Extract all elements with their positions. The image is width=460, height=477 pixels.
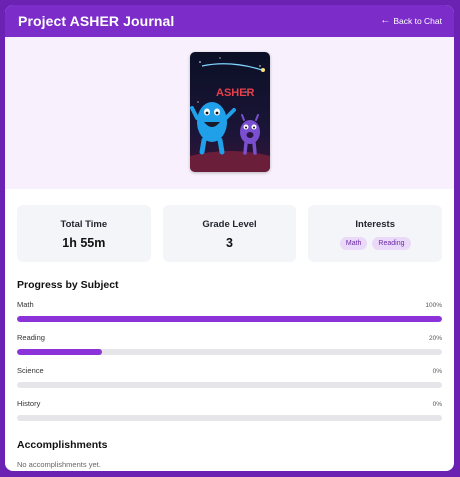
interest-tags: Math Reading: [339, 237, 411, 250]
grade-level-label: Grade Level: [202, 219, 257, 230]
accomplishments-section: Accomplishments No accomplishments yet.: [5, 439, 454, 469]
accomplishments-empty-text: No accomplishments yet.: [17, 460, 101, 469]
progress-section: Progress by Subject Math 100% Reading 20…: [5, 279, 454, 421]
subject-percent: 0%: [432, 401, 442, 408]
progress-bar: [17, 415, 442, 421]
subject-name: Reading: [17, 333, 45, 342]
total-time-card: Total Time 1h 55m: [17, 205, 151, 262]
interest-tag: Math: [339, 237, 368, 250]
subject-reading: Reading 20%: [17, 333, 442, 355]
avatar-image: ASHER: [189, 52, 270, 172]
progress-bar: [17, 316, 442, 322]
subject-math: Math 100%: [17, 300, 442, 322]
subject-name: Science: [17, 366, 44, 375]
accomplishments-title: Accomplishments: [17, 439, 108, 451]
subject-percent: 0%: [432, 368, 442, 375]
header: Project ASHER Journal ← Back to Chat: [5, 5, 454, 37]
subject-science: Science 0%: [17, 366, 442, 388]
interests-card: Interests Math Reading: [308, 205, 443, 262]
progress-title: Progress by Subject: [17, 279, 119, 291]
subject-percent: 20%: [428, 335, 442, 342]
progress-fill: [17, 349, 102, 355]
interest-tag: Reading: [372, 237, 411, 250]
subject-percent: 100%: [425, 302, 442, 309]
journal-panel: Project ASHER Journal ← Back to Chat ASH…: [5, 5, 454, 471]
asher-monsters-illustration: ASHER: [189, 52, 270, 172]
subject-name: Math: [17, 300, 34, 309]
progress-fill: [17, 316, 442, 322]
total-time-value: 1h 55m: [62, 236, 106, 250]
avatar-banner: ASHER: [5, 37, 454, 189]
back-to-chat-link[interactable]: ← Back to Chat: [380, 15, 442, 27]
total-time-label: Total Time: [60, 219, 108, 230]
progress-bar: [17, 382, 442, 388]
progress-bar: [17, 349, 442, 355]
interests-label: Interests: [355, 219, 395, 230]
sign-text: ASHER: [216, 87, 255, 99]
subject-list: Math 100% Reading 20% Science 0% History…: [17, 300, 442, 421]
arrow-left-icon: ←: [380, 15, 391, 26]
page-title: Project ASHER Journal: [18, 13, 175, 29]
grade-level-value: 3: [226, 236, 233, 250]
grade-level-card: Grade Level 3: [162, 205, 297, 262]
subject-name: History: [17, 399, 41, 408]
back-to-chat-label: Back to Chat: [393, 16, 442, 26]
subject-history: History 0%: [17, 399, 442, 421]
stats-row: Total Time 1h 55m Grade Level 3 Interest…: [5, 205, 454, 262]
